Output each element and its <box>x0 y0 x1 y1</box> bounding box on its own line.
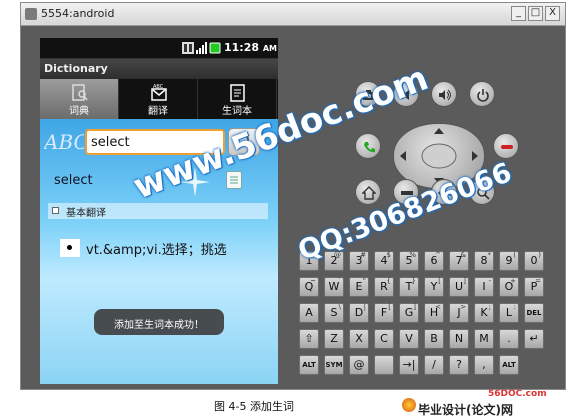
tab-label: 生词本 <box>222 106 252 117</box>
key-row4-9[interactable]: ↵ <box>524 329 544 349</box>
tab-dictionary[interactable]: 词典 <box>40 79 119 119</box>
key-row4-2[interactable]: X <box>349 329 369 349</box>
key-row3-9[interactable]: DEL <box>524 303 544 323</box>
volume-up-icon <box>439 89 451 101</box>
tab-bar: 词典 ABC 翻译 生词本 <box>40 79 278 119</box>
key-row3-3[interactable]: F[ <box>374 303 394 323</box>
key-row2-3[interactable]: R{ <box>374 277 394 297</box>
key-row2-9[interactable]: P = <box>524 277 544 297</box>
key-row3-5[interactable]: H < <box>424 303 444 323</box>
app-title: Dictionary <box>44 62 108 75</box>
key-row3-1[interactable]: S \ <box>324 303 344 323</box>
brand-logo-icon <box>402 398 416 412</box>
key-row2-2[interactable]: E " <box>349 277 369 297</box>
window-title: 5554:android <box>41 7 115 20</box>
key-row3-8[interactable]: L: <box>499 303 519 323</box>
key-row3-7[interactable]: K; <box>474 303 494 323</box>
notebook-add-icon <box>230 176 238 184</box>
svg-text:ABC: ABC <box>153 84 164 90</box>
key-row3-6[interactable]: J > <box>449 303 469 323</box>
key-row5-3[interactable] <box>374 355 394 375</box>
footer-site: 56DOC.com <box>488 389 547 399</box>
key-row5-5[interactable]: / <box>424 355 444 375</box>
key-row4-3[interactable]: C <box>374 329 394 349</box>
battery-icon <box>209 42 221 54</box>
key-row5-1[interactable]: SYM <box>324 355 344 375</box>
definition-text: vt.&amp;vi.选择；挑选 <box>86 243 227 258</box>
key-row4-7[interactable]: M <box>474 329 494 349</box>
minimize-button[interactable]: _ <box>511 6 526 21</box>
abc-logo-icon: ABC <box>44 130 84 154</box>
status-time: 11:28 AM <box>224 41 278 54</box>
call-button[interactable] <box>355 133 381 159</box>
key-row2-4[interactable]: T} <box>399 277 419 297</box>
volume-up-button[interactable] <box>431 81 457 107</box>
key-row1-4[interactable]: 5% <box>399 251 419 271</box>
hardware-keyboard: 1! 2 @3 #4 $5% 6 ^ 7 & 8 * 9(0) Q ~ W ` E " R{T} Y[U] I - O + P =… <box>299 251 563 385</box>
key-row2-8[interactable]: O + <box>499 277 519 297</box>
section-title: 基本翻译 <box>66 208 106 219</box>
key-row4-8[interactable]: . <box>499 329 519 349</box>
app-titlebar: Dictionary <box>40 59 278 79</box>
key-row4-0[interactable]: ⇧ <box>299 329 319 349</box>
power-button[interactable] <box>469 81 495 107</box>
key-row3-2[interactable]: D | <box>349 303 369 323</box>
tab-notebook[interactable]: 生词本 <box>198 79 277 119</box>
key-row4-5[interactable]: B <box>424 329 444 349</box>
key-row1-3[interactable]: 4 $ <box>374 251 394 271</box>
key-row5-6[interactable]: ? <box>449 355 469 375</box>
window-titlebar: 5554:android _ □ X <box>21 3 565 26</box>
translate-icon: ABC <box>151 84 167 101</box>
tab-label: 翻译 <box>148 106 168 117</box>
close-button[interactable]: X <box>545 6 560 21</box>
notebook-icon <box>230 84 245 102</box>
key-row4-1[interactable]: Z <box>324 329 344 349</box>
key-row4-6[interactable]: N <box>449 329 469 349</box>
end-call-button[interactable] <box>493 133 519 159</box>
tab-translate[interactable]: ABC 翻译 <box>119 79 198 119</box>
key-row5-0[interactable]: ALT <box>299 355 319 375</box>
key-row2-7[interactable]: I- <box>474 277 494 297</box>
footer-brand: 毕业设计(论文)网 <box>418 403 513 417</box>
key-row2-6[interactable]: U] <box>449 277 469 297</box>
app-icon <box>25 8 37 20</box>
key-row1-6[interactable]: 7 & <box>449 251 469 271</box>
phone-screen: 11:28 AM Dictionary 词典 ABC 翻译 生词本 ABC se… <box>40 38 278 384</box>
result-word: select <box>54 173 93 188</box>
key-row5-7[interactable]: , <box>474 355 494 375</box>
bullet-icon <box>60 239 80 257</box>
key-row5-4[interactable]: →| <box>399 355 419 375</box>
section-header: 基本翻译 <box>48 203 268 219</box>
figure-caption: 图 4-5 添加生词 <box>214 400 294 413</box>
status-bar: 11:28 AM <box>40 38 278 59</box>
tab-label: 词典 <box>69 106 89 117</box>
home-button[interactable] <box>355 179 381 205</box>
dictionary-icon <box>72 84 88 101</box>
key-row2-0[interactable]: Q ~ <box>299 277 319 297</box>
signal-icon <box>196 42 207 54</box>
power-icon <box>477 89 489 102</box>
key-row1-5[interactable]: 6 ^ <box>424 251 444 271</box>
key-row1-2[interactable]: 3 # <box>349 251 369 271</box>
home-icon <box>362 186 376 200</box>
expand-box-icon <box>52 207 59 214</box>
key-row3-4[interactable]: G] <box>399 303 419 323</box>
key-row3-0[interactable]: A <box>299 303 319 323</box>
key-row2-5[interactable]: Y[ <box>424 277 444 297</box>
key-row4-4[interactable]: V <box>399 329 419 349</box>
key-row1-9[interactable]: 0) <box>524 251 544 271</box>
key-row1-7[interactable]: 8 * <box>474 251 494 271</box>
key-row5-8[interactable]: ALT <box>499 355 519 375</box>
svg-text:ABC: ABC <box>44 130 84 154</box>
maximize-button[interactable]: □ <box>528 6 543 21</box>
key-row1-8[interactable]: 9( <box>499 251 519 271</box>
end-call-icon <box>501 145 513 149</box>
key-row2-1[interactable]: W ` <box>324 277 344 297</box>
toast-message: 添加至生词本成功！ <box>94 309 224 335</box>
key-row5-2[interactable]: @ <box>349 355 369 375</box>
3g-icon <box>182 42 194 54</box>
phone-call-icon <box>364 142 375 153</box>
